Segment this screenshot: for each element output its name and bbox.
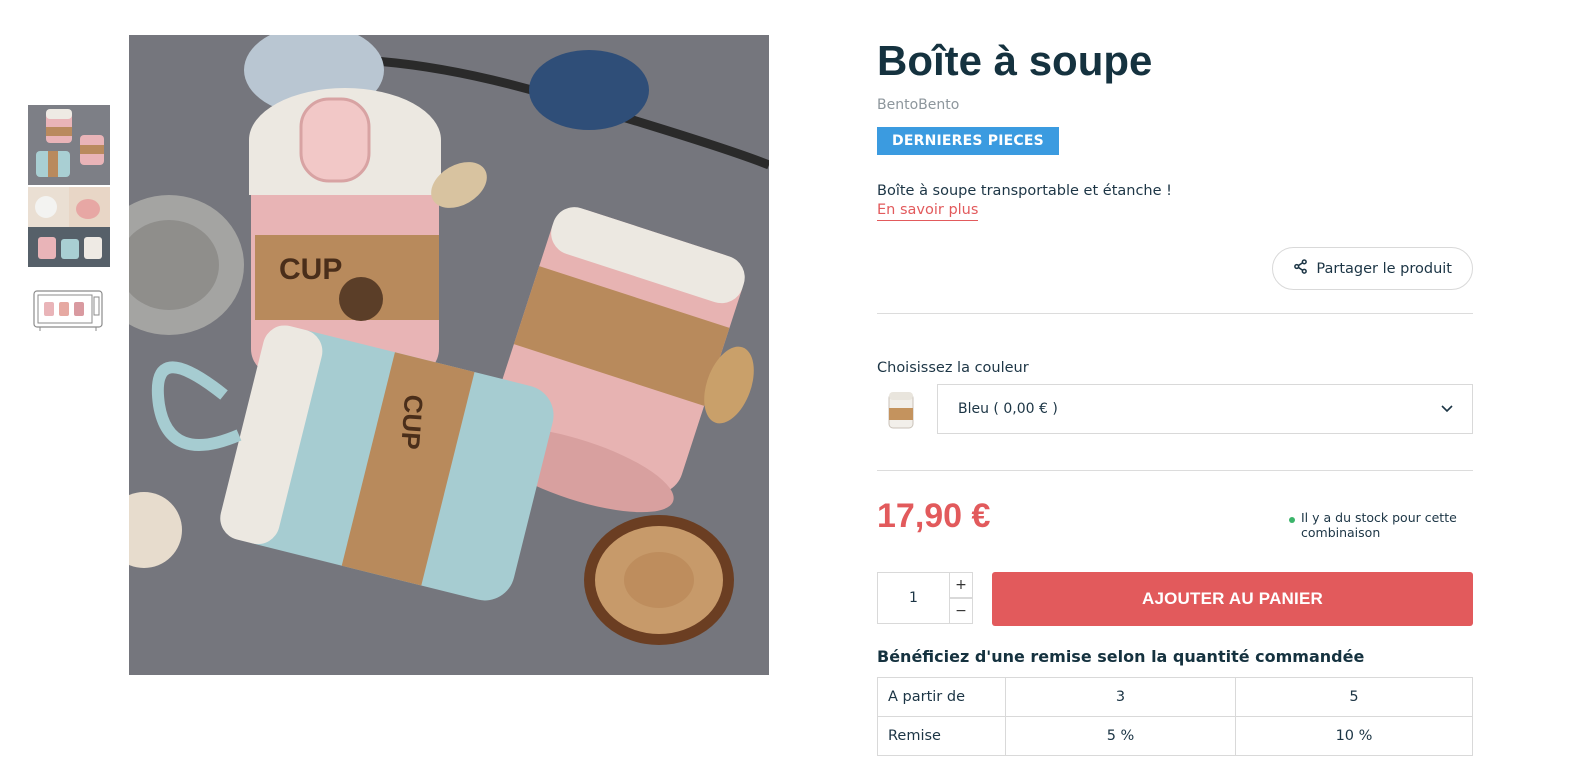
table-cell: 5 — [1235, 677, 1473, 717]
chevron-down-icon — [1440, 401, 1454, 419]
color-select-value: Bleu ( 0,00 € ) — [958, 401, 1058, 417]
in-stock-dot-icon — [1289, 517, 1295, 523]
variant-thumbnail — [877, 384, 925, 434]
share-button[interactable]: Partager le produit — [1272, 247, 1473, 290]
discount-title: Bénéficiez d'une remise selon la quantit… — [877, 647, 1365, 666]
quantity-decrease-button[interactable]: − — [949, 598, 973, 624]
quantity-input[interactable]: 1 — [877, 572, 949, 624]
table-cell: 10 % — [1235, 716, 1473, 756]
thumbnail-collage-photo[interactable] — [28, 187, 110, 267]
svg-text:CUP: CUP — [395, 394, 429, 451]
last-items-badge: DERNIERES PIECES — [877, 127, 1059, 155]
discount-table: A partir de 3 5 Remise 5 % 10 % — [877, 677, 1473, 756]
quantity-increase-button[interactable]: + — [949, 572, 973, 598]
table-cell: 3 — [1005, 677, 1236, 717]
table-cell: A partir de — [877, 677, 1006, 717]
stock-status: Il y a du stock pour cette combinaison — [1289, 510, 1473, 540]
table-row: A partir de 3 5 — [877, 677, 1473, 717]
color-label: Choisissez la couleur — [877, 360, 1029, 376]
divider — [877, 470, 1473, 471]
divider — [877, 313, 1473, 314]
product-brand[interactable]: BentoBento — [877, 97, 1473, 113]
thumbnail-microwave-illustration[interactable] — [28, 269, 110, 349]
product-main-image[interactable]: CUP CUP — [129, 35, 769, 675]
table-row: Remise 5 % 10 % — [877, 716, 1473, 756]
table-cell: 5 % — [1005, 716, 1236, 756]
svg-text:CUP: CUP — [279, 253, 342, 286]
product-price: 17,90 € — [877, 497, 991, 535]
add-to-cart-button[interactable]: AJOUTER AU PANIER — [992, 572, 1473, 626]
stock-text: Il y a du stock pour cette combinaison — [1301, 510, 1457, 540]
product-info: Boîte à soupe BentoBento DERNIERES PIECE… — [877, 35, 1473, 756]
share-icon — [1293, 259, 1308, 278]
color-select[interactable]: Bleu ( 0,00 € ) — [937, 384, 1473, 434]
product-title: Boîte à soupe — [877, 37, 1153, 84]
thumbnail-cups-photo[interactable] — [28, 105, 110, 185]
share-label: Partager le produit — [1316, 260, 1452, 277]
learn-more-link[interactable]: En savoir plus — [877, 201, 979, 221]
table-cell: Remise — [877, 716, 1006, 756]
color-selector-row: Bleu ( 0,00 € ) — [877, 384, 1473, 434]
short-description: Boîte à soupe transportable et étanche ! — [877, 183, 1172, 199]
thumbnail-list — [28, 105, 110, 351]
quantity-stepper: 1 + − — [877, 572, 973, 624]
